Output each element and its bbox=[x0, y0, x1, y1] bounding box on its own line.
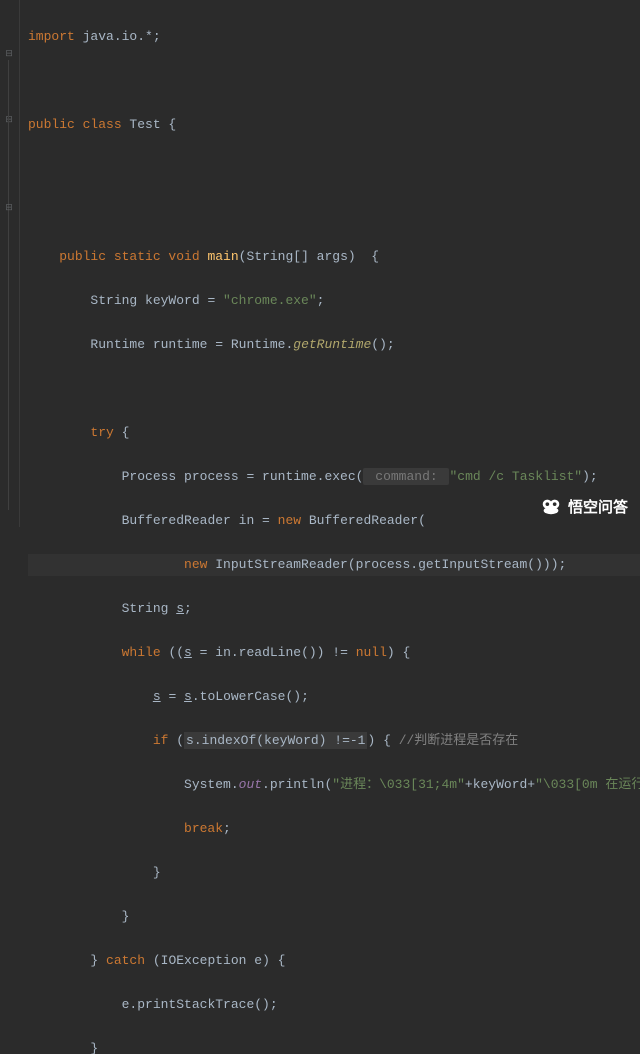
keyword: while bbox=[122, 645, 161, 660]
string-literal: "chrome.exe" bbox=[223, 293, 317, 308]
variable: s bbox=[176, 601, 184, 616]
keyword: new bbox=[278, 513, 301, 528]
code-text: (( bbox=[161, 645, 184, 660]
keyword: new bbox=[184, 557, 207, 572]
code-text: String keyWord = bbox=[90, 293, 223, 308]
keyword: public static void bbox=[59, 249, 199, 264]
highlighted-code: s.indexOf(keyWord) !=-1 bbox=[184, 732, 367, 749]
param-hint: command: bbox=[363, 468, 449, 485]
keyword: import bbox=[28, 29, 75, 44]
keyword: catch bbox=[106, 953, 145, 968]
string-literal: "进程：\033[31;4m" bbox=[332, 777, 465, 792]
keyword: if bbox=[153, 733, 169, 748]
code-text: InputStreamReader(process.getInputStream… bbox=[207, 557, 566, 572]
code-editor[interactable]: ⊟ ⊟ ⊟ import java.io.*; public class Tes… bbox=[0, 0, 640, 527]
gutter: ⊟ ⊟ ⊟ bbox=[0, 0, 20, 527]
code-text: java.io.*; bbox=[75, 29, 161, 44]
code-text: Process process = runtime.exec( bbox=[122, 469, 364, 484]
code-text: ); bbox=[582, 469, 598, 484]
code-text: ) { bbox=[387, 645, 410, 660]
comment: //判断进程是否存在 bbox=[399, 733, 519, 748]
code-text: (String[] args) { bbox=[239, 249, 379, 264]
string-literal: "\033[0m 在运行！" bbox=[535, 777, 640, 792]
fold-toggle-icon[interactable]: ⊟ bbox=[4, 49, 14, 59]
static-method: getRuntime bbox=[293, 337, 371, 352]
code-text: ; bbox=[184, 601, 192, 616]
code-text: } bbox=[90, 953, 106, 968]
code-text: System. bbox=[184, 777, 239, 792]
static-field: out bbox=[239, 777, 262, 792]
keyword: public class bbox=[28, 117, 122, 132]
fold-toggle-icon[interactable]: ⊟ bbox=[4, 203, 14, 213]
watermark: 悟空问答 bbox=[540, 495, 628, 517]
keyword: null bbox=[356, 645, 387, 660]
code-text: ; bbox=[317, 293, 325, 308]
method-name: main bbox=[200, 249, 239, 264]
keyword: try bbox=[90, 425, 113, 440]
code-text: (IOException e) { bbox=[145, 953, 285, 968]
code-text: .toLowerCase(); bbox=[192, 689, 309, 704]
code-text: String bbox=[122, 601, 177, 616]
string-literal: "cmd /c Tasklist" bbox=[449, 469, 582, 484]
code-text: Test { bbox=[122, 117, 177, 132]
wukong-logo-icon bbox=[540, 495, 562, 517]
code-text: } bbox=[90, 1041, 98, 1054]
code-text: } bbox=[153, 865, 161, 880]
watermark-text: 悟空问答 bbox=[568, 496, 628, 517]
code-text: e.printStackTrace(); bbox=[122, 997, 278, 1012]
fold-guide bbox=[8, 60, 9, 510]
code-text: } bbox=[122, 909, 130, 924]
variable: s bbox=[153, 689, 161, 704]
fold-toggle-icon[interactable]: ⊟ bbox=[4, 115, 14, 125]
variable: s bbox=[184, 645, 192, 660]
code-text: = in.readLine()) != bbox=[192, 645, 356, 660]
code-text: (); bbox=[371, 337, 394, 352]
code-text: Runtime runtime = Runtime. bbox=[90, 337, 293, 352]
code-text: ( bbox=[168, 733, 184, 748]
keyword: break bbox=[184, 821, 223, 836]
code-text: ) { bbox=[367, 733, 398, 748]
code-text: .println( bbox=[262, 777, 332, 792]
code-text: ; bbox=[223, 821, 231, 836]
code-text: = bbox=[161, 689, 184, 704]
code-text: BufferedReader in = bbox=[122, 513, 278, 528]
code-text: { bbox=[114, 425, 130, 440]
variable: s bbox=[184, 689, 192, 704]
code-text: BufferedReader( bbox=[301, 513, 426, 528]
code-text: +keyWord+ bbox=[465, 777, 535, 792]
code-content[interactable]: import java.io.*; public class Test { pu… bbox=[20, 0, 640, 527]
